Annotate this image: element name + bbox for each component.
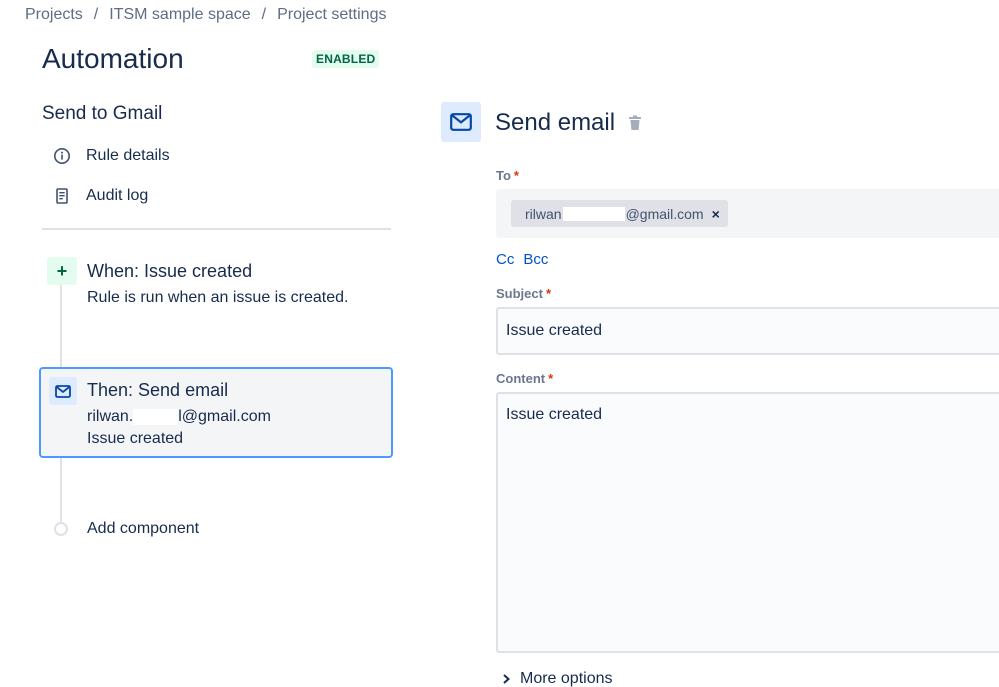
sidebar-item-audit-log[interactable]: Audit log: [53, 187, 148, 205]
page-title: Automation: [42, 43, 184, 74]
content-textarea[interactable]: Issue created: [496, 392, 999, 653]
to-field[interactable]: rilwan @gmail.com ×: [496, 189, 999, 238]
remove-recipient-icon[interactable]: ×: [712, 206, 720, 222]
divider: [42, 228, 391, 230]
content-label-text: Content: [496, 371, 546, 386]
cc-link[interactable]: Cc: [496, 251, 514, 268]
mail-icon: [441, 102, 481, 142]
action-card-send-email[interactable]: Then: Send email rilwan. l@gmail.com Issu…: [39, 367, 393, 458]
sidebar-item-label: Audit log: [86, 187, 149, 204]
document-icon: [53, 187, 71, 205]
info-icon: [53, 147, 71, 165]
subject-input[interactable]: [496, 307, 999, 355]
breadcrumb-separator: /: [93, 6, 99, 23]
action-title: Then: Send email: [87, 380, 229, 400]
action-subject: Issue created: [87, 430, 184, 447]
sidebar-item-rule-details[interactable]: Rule details: [53, 147, 170, 165]
to-label-text: To: [496, 168, 511, 183]
action-recipient: rilwan. l@gmail.com: [87, 408, 271, 426]
chevron-right-icon: [500, 673, 512, 685]
recipient-chip[interactable]: rilwan @gmail.com ×: [511, 200, 728, 227]
trigger-description: Rule is run when an issue is created.: [87, 289, 349, 306]
cc-bcc-links: Cc Bcc: [496, 251, 548, 268]
chip-prefix: rilwan: [525, 205, 562, 222]
status-badge: ENABLED: [312, 50, 380, 68]
mail-icon: [49, 377, 77, 405]
breadcrumb: Projects / ITSM sample space / Project s…: [25, 6, 386, 24]
recipient-suffix: l@gmail.com: [178, 408, 271, 425]
trash-icon[interactable]: [627, 114, 643, 132]
redacted-block: [562, 206, 625, 221]
chip-suffix: @gmail.com: [625, 205, 704, 222]
trigger-title[interactable]: When: Issue created: [87, 261, 252, 282]
rule-name: Send to Gmail: [42, 103, 163, 124]
breadcrumb-itsm-space[interactable]: ITSM sample space: [109, 6, 250, 24]
required-marker: *: [545, 286, 552, 301]
redacted-block: [133, 408, 179, 425]
breadcrumb-projects[interactable]: Projects: [25, 6, 83, 24]
more-options-toggle[interactable]: More options: [500, 670, 613, 687]
panel-title: Send email: [495, 109, 616, 136]
subject-label: Subject *: [496, 286, 551, 301]
sidebar-item-label: Rule details: [86, 147, 170, 164]
recipient-prefix: rilwan.: [87, 408, 134, 425]
breadcrumb-separator: /: [261, 6, 267, 23]
more-options-label: More options: [520, 670, 613, 687]
bcc-link[interactable]: Bcc: [523, 251, 548, 268]
subject-label-text: Subject: [496, 286, 543, 301]
required-marker: *: [548, 371, 554, 386]
to-label: To *: [496, 168, 519, 183]
add-component-dot[interactable]: [54, 522, 68, 536]
required-marker: *: [513, 168, 519, 183]
breadcrumb-project-settings[interactable]: Project settings: [277, 6, 386, 24]
content-label: Content *: [496, 371, 553, 386]
add-trigger-icon: +: [47, 257, 77, 285]
add-component-button[interactable]: Add component: [87, 520, 199, 538]
